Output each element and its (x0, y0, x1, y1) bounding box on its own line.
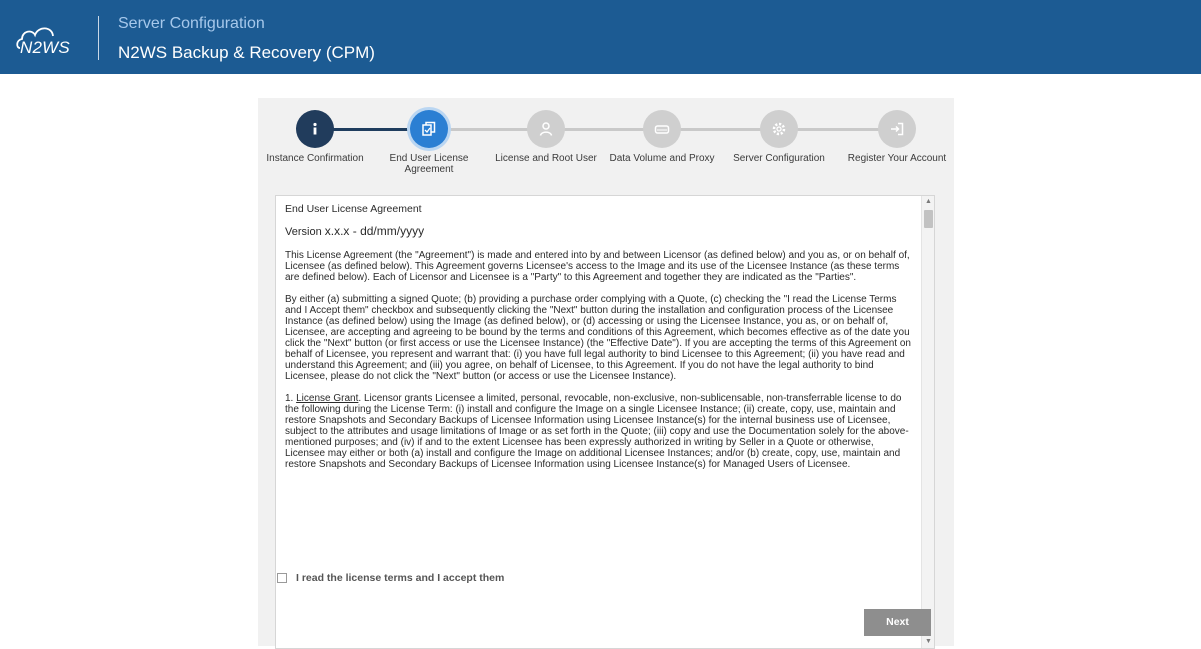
setup-wizard-panel: Instance Confirmation End User License A… (258, 98, 954, 649)
step-eula: End User License Agreement (369, 110, 489, 175)
eula-paragraph: By either (a) submitting a signed Quote;… (285, 294, 911, 382)
step-label: Server Configuration (733, 153, 825, 164)
accept-terms-row[interactable]: I read the license terms and I accept th… (277, 572, 504, 584)
step-label: Data Volume and Proxy (609, 153, 715, 164)
scroll-down-arrow-icon[interactable]: ▼ (922, 636, 934, 648)
accept-terms-checkbox[interactable] (277, 573, 287, 583)
clause-body: . Licensor grants Licensee a limited, pe… (285, 393, 909, 470)
scroll-thumb[interactable] (924, 210, 933, 228)
step-label: End User License Agreement (389, 153, 469, 175)
info-icon (296, 110, 334, 148)
user-icon (527, 110, 565, 148)
document-copy-icon (410, 110, 448, 148)
step-register-account: Register Your Account (837, 110, 957, 164)
scroll-up-arrow-icon[interactable]: ▲ (922, 196, 934, 208)
header-divider (98, 16, 99, 60)
top-header: N2WS Server Configuration N2WS Backup & … (0, 0, 1201, 74)
eula-heading: End User License Agreement (285, 203, 422, 215)
sign-in-icon (878, 110, 916, 148)
drive-icon (643, 110, 681, 148)
step-instance-confirmation: Instance Confirmation (255, 110, 375, 164)
accept-terms-label[interactable]: I read the license terms and I accept th… (296, 572, 504, 584)
next-button[interactable]: Next (864, 609, 931, 636)
logo-text: N2WS (20, 38, 70, 57)
eula-scrollbar[interactable]: ▲ ▼ (921, 196, 934, 648)
step-label: Register Your Account (847, 153, 947, 164)
wizard-stepper: Instance Confirmation End User License A… (258, 98, 954, 198)
n2ws-logo: N2WS (14, 18, 90, 60)
version-value: x.x.x - dd/mm/yyyy (324, 224, 425, 238)
clause-number: 1. (285, 393, 297, 404)
step-label: Instance Confirmation (266, 153, 364, 164)
gear-icon (760, 110, 798, 148)
eula-paragraph: This License Agreement (the "Agreement")… (285, 250, 910, 283)
clause-title: License Grant (296, 393, 359, 404)
version-prefix: Version (285, 226, 325, 238)
eula-paragraph: 1. License Grant. Licensor grants Licens… (285, 393, 911, 470)
header-title: N2WS Backup & Recovery (CPM) (118, 43, 375, 62)
header-section: Server Configuration (118, 15, 265, 32)
eula-text: End User License Agreement Version x.x.x… (276, 196, 920, 481)
step-data-volume-proxy: Data Volume and Proxy (602, 110, 722, 164)
eula-version: Version x.x.x - dd/mm/yyyy (285, 224, 911, 238)
step-label: License and Root User (495, 153, 597, 164)
step-license-root-user: License and Root User (486, 110, 606, 164)
step-server-configuration: Server Configuration (719, 110, 839, 164)
